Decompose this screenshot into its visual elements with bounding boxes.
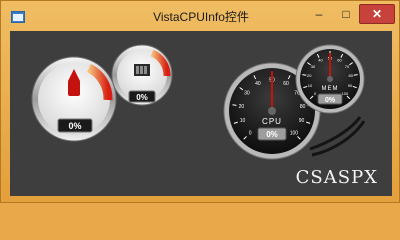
dark-cpu-tick-label: 60 xyxy=(283,81,289,87)
dark-mem-tick-label: 100 xyxy=(342,91,349,96)
dark-mem-tick-mark xyxy=(302,74,307,76)
dark-mem-gauge: 0102030405060708090100 MEM 0% xyxy=(295,44,365,114)
title-bar[interactable]: VistaCPUInfo控件 – □ ✕ xyxy=(1,1,400,31)
dark-mem-tick-label: 90 xyxy=(348,83,353,88)
dark-cpu-tick-label: 10 xyxy=(240,118,246,124)
dark-mem-needle-hub xyxy=(327,76,333,82)
dark-mem-tick-label: 20 xyxy=(307,73,312,78)
close-button[interactable]: ✕ xyxy=(359,4,395,24)
dark-mem-tick-label: 80 xyxy=(349,73,354,78)
dark-cpu-tick-label: 20 xyxy=(239,104,245,110)
minimize-button[interactable]: – xyxy=(311,7,327,21)
dark-mem-tick-label: 70 xyxy=(345,64,350,69)
gauge-cable-2 xyxy=(311,120,366,157)
dark-cpu-tick-label: 40 xyxy=(255,81,261,87)
dark-cpu-tick-label: 80 xyxy=(300,104,306,110)
app-window: VistaCPUInfo控件 – □ ✕ 0% 0% 0 10 20 30 40… xyxy=(0,0,400,203)
client-area: 0% 0% 010203040506070809 xyxy=(10,31,392,196)
dark-cpu-tick-mark xyxy=(232,104,237,106)
dark-cpu-percent: 0% xyxy=(266,130,278,139)
dark-cpu-tick-label: 100 xyxy=(290,131,299,137)
light-mem-percent: 0% xyxy=(136,93,148,102)
dark-cpu-needle-hub xyxy=(268,107,276,115)
dark-cpu-tick-label: 0 xyxy=(249,131,252,137)
maximize-button[interactable]: □ xyxy=(338,7,354,21)
light-cpu-percent: 0% xyxy=(68,121,81,131)
dark-mem-tick-label: 60 xyxy=(337,58,342,63)
dark-cpu-tick-label: 90 xyxy=(299,118,305,124)
light-mem-gauge: 0% xyxy=(111,44,173,106)
dark-mem-tick-label: 40 xyxy=(318,58,323,63)
light-cpu-needle xyxy=(68,80,80,96)
dark-cpu-tick-label: 30 xyxy=(244,90,250,96)
dark-mem-tick-label: 30 xyxy=(311,64,316,69)
memory-icon xyxy=(134,64,150,76)
dark-mem-tick-label: 10 xyxy=(308,83,313,88)
watermark-text: CSASPX xyxy=(295,167,378,188)
dark-mem-label: MEM xyxy=(322,86,339,92)
dark-cpu-label: CPU xyxy=(262,117,282,126)
light-cpu-gauge: 0% xyxy=(31,56,117,142)
dark-mem-tick-mark xyxy=(353,74,358,76)
dark-mem-percent: 0% xyxy=(325,97,336,104)
